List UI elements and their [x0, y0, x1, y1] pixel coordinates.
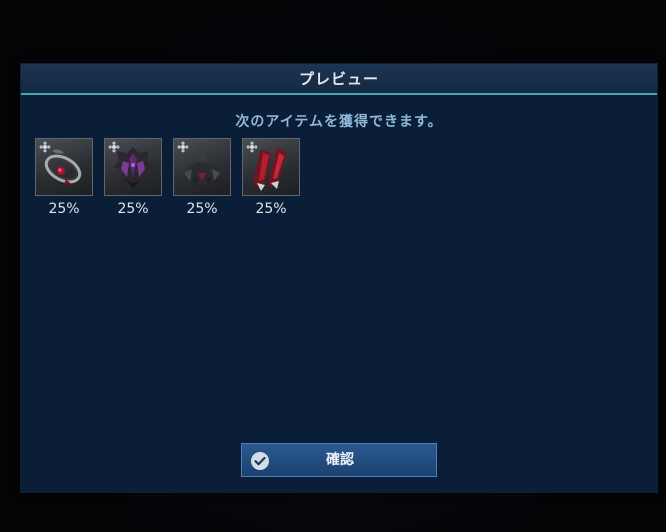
grade-flower-icon: [246, 141, 258, 153]
item-rate: 25%: [117, 201, 149, 217]
confirm-label: 確認: [326, 452, 354, 468]
item-rate: 25%: [48, 201, 80, 217]
item-slot[interactable]: 25%: [35, 138, 93, 223]
item-frame: [104, 138, 162, 196]
confirm-button[interactable]: 確認: [241, 443, 437, 477]
preview-dialog: プレビュー 次のアイテムを獲得できます。 25% 25% 25% 25% 確認: [21, 64, 657, 492]
dialog-title: プレビュー: [298, 70, 379, 88]
item-slot[interactable]: 25%: [104, 138, 162, 223]
item-rate: 25%: [186, 201, 218, 217]
item-frame: [173, 138, 231, 196]
grade-flower-icon: [39, 141, 51, 153]
dialog-header: プレビュー: [21, 64, 657, 95]
grade-flower-icon: [108, 141, 120, 153]
item-frame: [242, 138, 300, 196]
item-rate: 25%: [255, 201, 287, 217]
item-slot[interactable]: 25%: [242, 138, 300, 223]
dialog-message: 次のアイテムを獲得できます。: [235, 114, 443, 130]
item-slot[interactable]: 25%: [173, 138, 231, 223]
item-frame: [35, 138, 93, 196]
grade-flower-icon: [177, 141, 189, 153]
